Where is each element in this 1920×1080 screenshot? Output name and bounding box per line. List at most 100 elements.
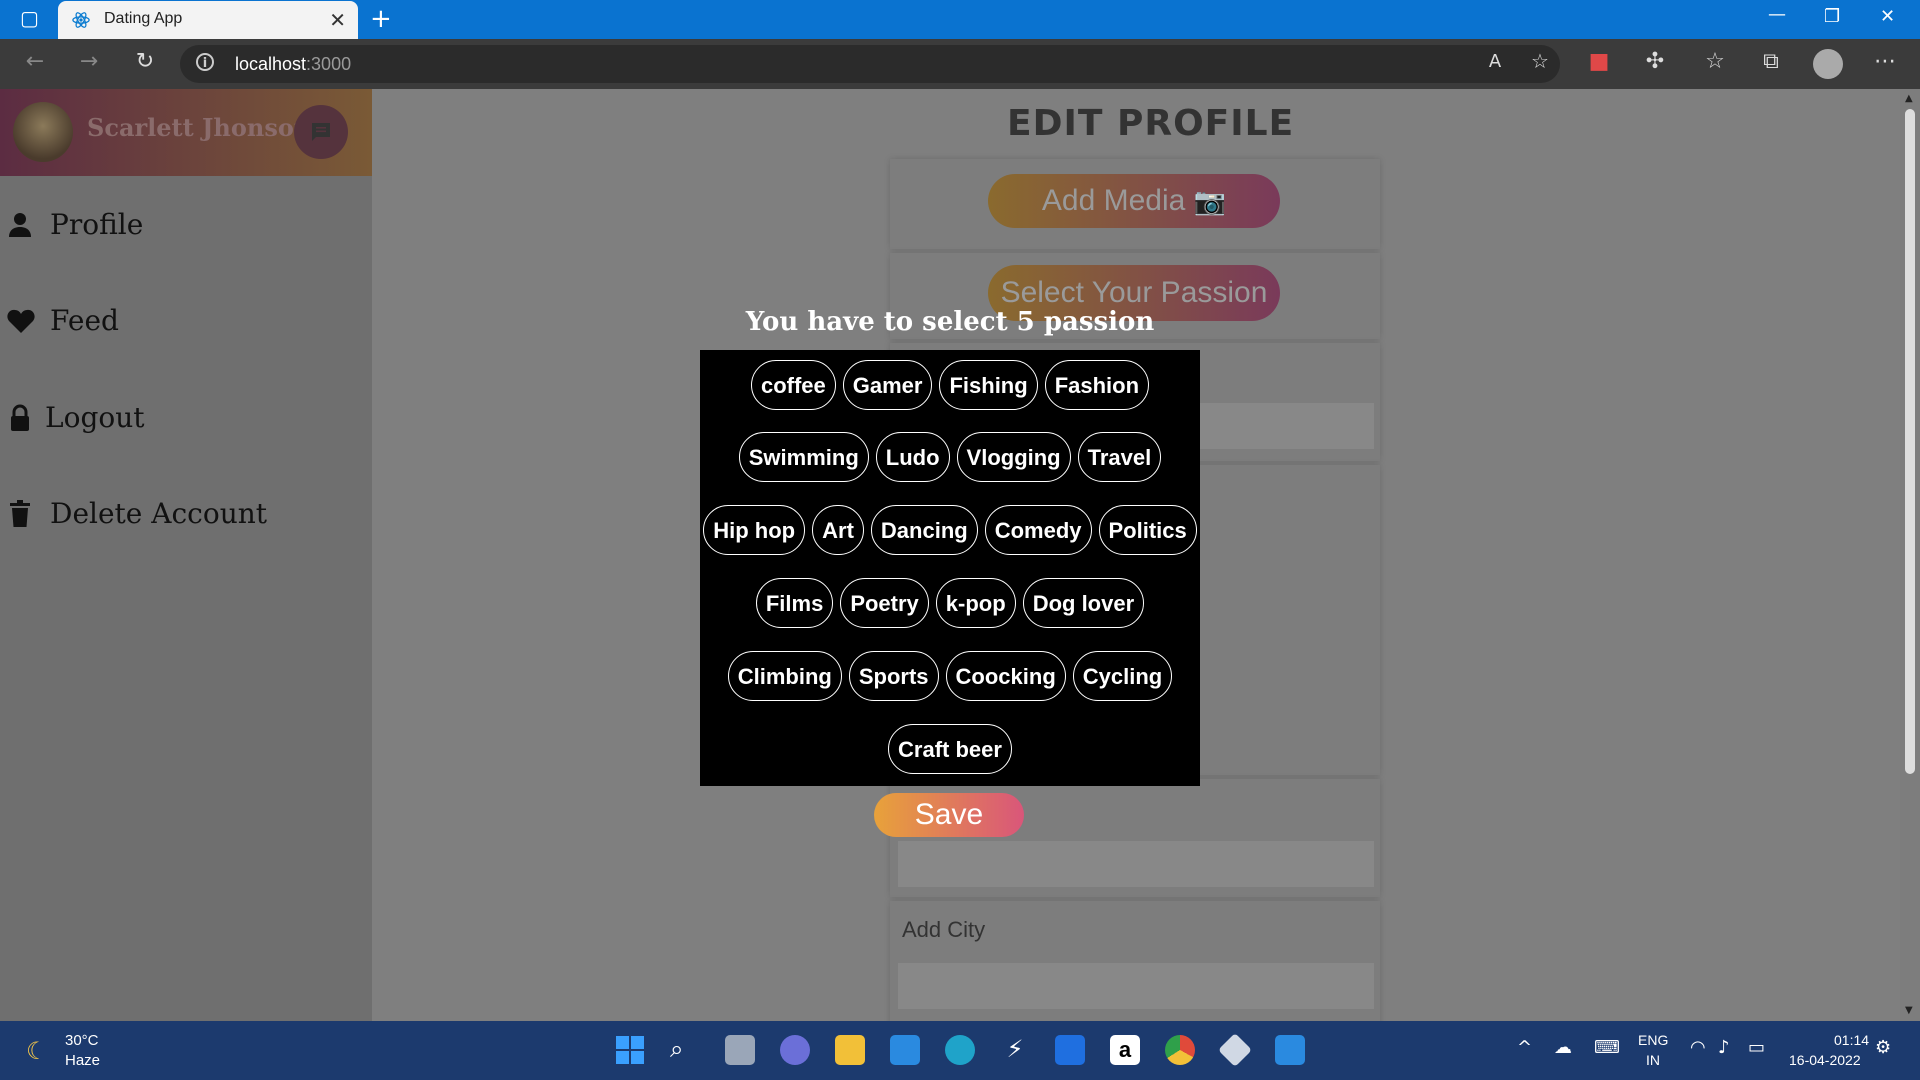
- heart-icon: [7, 309, 35, 333]
- sidebar-item-profile[interactable]: Profile: [0, 200, 372, 250]
- profile-avatar-icon[interactable]: [1813, 49, 1843, 79]
- chip-row: Swimming Ludo Vlogging Travel: [700, 432, 1200, 482]
- sidebar-item-label: Delete Account: [50, 497, 268, 530]
- language-region[interactable]: IN: [1646, 1052, 1660, 1068]
- minimize-icon[interactable]: —: [1768, 4, 1786, 25]
- passion-chip-vlogging[interactable]: Vlogging: [956, 432, 1071, 482]
- weather-moon-icon[interactable]: ☾: [26, 1037, 48, 1065]
- keyboard-icon[interactable]: ⌨: [1594, 1037, 1620, 1058]
- chrome-icon[interactable]: [1165, 1035, 1195, 1065]
- sidebar: Scarlett Jhonson Profile Feed Logout Del…: [0, 89, 372, 1021]
- passion-chip-poetry[interactable]: Poetry: [840, 578, 929, 628]
- weather-temperature[interactable]: 30°C: [65, 1032, 99, 1049]
- passion-chip-swimming[interactable]: Swimming: [738, 432, 869, 482]
- passion-chip-k-pop[interactable]: k-pop: [935, 578, 1016, 628]
- clock-time[interactable]: 01:14: [1834, 1032, 1869, 1048]
- browser-toolbar: ← → ↻ i localhost:3000 A ☆ ■ ✣ ☆ ⧉ ⋯: [0, 39, 1920, 89]
- edge-browser-icon[interactable]: [945, 1035, 975, 1065]
- app-bolt-icon[interactable]: ⚡: [1000, 1035, 1030, 1065]
- passion-chip-climbing[interactable]: Climbing: [727, 651, 842, 701]
- passion-chip-sports[interactable]: Sports: [848, 651, 939, 701]
- passion-chip-hip-hop[interactable]: Hip hop: [703, 505, 806, 555]
- passion-chip-comedy[interactable]: Comedy: [984, 505, 1092, 555]
- favorites-icon[interactable]: ☆: [1700, 49, 1730, 74]
- avatar[interactable]: [13, 102, 73, 162]
- vscode-icon[interactable]: [1275, 1035, 1305, 1065]
- react-logo-icon: [72, 12, 90, 28]
- extensions-puzzle-icon[interactable]: ✣: [1640, 49, 1670, 74]
- git-tool-icon[interactable]: [1218, 1033, 1252, 1067]
- sidebar-item-delete-account[interactable]: Delete Account: [0, 489, 372, 539]
- dropbox-icon[interactable]: [1055, 1035, 1085, 1065]
- user-name: Scarlett Jhonson: [87, 113, 312, 142]
- weather-description[interactable]: Haze: [65, 1052, 100, 1069]
- passion-chip-craft-beer[interactable]: Craft beer: [888, 724, 1012, 774]
- chip-row: coffee Gamer Fishing Fashion: [700, 360, 1200, 410]
- city-card: Add City: [890, 901, 1380, 1021]
- restore-icon[interactable]: ❐: [1824, 6, 1840, 27]
- profile-header: Scarlett Jhonson: [0, 89, 372, 176]
- amazon-icon[interactable]: a: [1110, 1035, 1140, 1065]
- start-icon[interactable]: [615, 1035, 645, 1065]
- sidebar-item-logout[interactable]: Logout: [0, 393, 372, 443]
- passion-chip-coffee[interactable]: coffee: [750, 360, 836, 410]
- add-media-button[interactable]: Add Media 📷: [988, 174, 1280, 228]
- clock-date[interactable]: 16-04-2022: [1789, 1052, 1861, 1068]
- new-tab-icon[interactable]: +: [370, 4, 392, 34]
- passion-chip-travel[interactable]: Travel: [1077, 432, 1162, 482]
- site-info-icon[interactable]: i: [196, 53, 214, 71]
- scroll-down-icon[interactable]: ▼: [1905, 1005, 1913, 1016]
- browser-tab[interactable]: Dating App ✕: [58, 1, 358, 39]
- volume-icon[interactable]: ♪: [1718, 1037, 1730, 1058]
- scroll-up-icon[interactable]: ▲: [1905, 93, 1913, 104]
- tab-actions-icon[interactable]: ▢: [20, 6, 39, 30]
- more-menu-icon[interactable]: ⋯: [1870, 49, 1900, 74]
- tray-overflow-icon[interactable]: ^: [1517, 1037, 1532, 1058]
- city-input[interactable]: [898, 963, 1374, 1009]
- read-aloud-icon[interactable]: A: [1480, 51, 1510, 72]
- passion-chip-fashion[interactable]: Fashion: [1044, 360, 1150, 410]
- page-content: Scarlett Jhonson Profile Feed Logout Del…: [0, 89, 1900, 1021]
- profile-input[interactable]: [898, 841, 1374, 887]
- save-button[interactable]: Save: [874, 793, 1024, 837]
- window-close-icon[interactable]: ✕: [1880, 6, 1895, 27]
- scrollbar-thumb[interactable]: [1905, 109, 1915, 774]
- notifications-icon[interactable]: ⚙: [1875, 1037, 1891, 1058]
- passion-chip-dancing[interactable]: Dancing: [870, 505, 978, 555]
- passion-chip-politics[interactable]: Politics: [1098, 505, 1197, 555]
- passion-chip-dog-lover[interactable]: Dog lover: [1022, 578, 1145, 628]
- address-url: localhost:3000: [235, 54, 352, 74]
- language-indicator[interactable]: ENG: [1638, 1032, 1668, 1048]
- reload-icon[interactable]: ↻: [130, 49, 160, 74]
- trash-icon: [10, 500, 30, 527]
- tab-close-icon[interactable]: ✕: [329, 8, 346, 32]
- back-icon[interactable]: ←: [20, 49, 50, 74]
- battery-icon[interactable]: ▭: [1748, 1037, 1765, 1058]
- address-bar[interactable]: i localhost:3000 A ☆: [180, 45, 1560, 83]
- windows-taskbar: ☾ 30°C Haze ⌕ ⚡ a ^ ☁ ⌨ ENG IN ◠ ♪ ▭ 01:…: [0, 1021, 1920, 1080]
- sidebar-item-label: Logout: [45, 401, 145, 434]
- file-explorer-icon[interactable]: [835, 1035, 865, 1065]
- passion-chip-cycling[interactable]: Cycling: [1072, 651, 1173, 701]
- chip-row: Climbing Sports Coocking Cycling: [700, 651, 1200, 701]
- task-view-icon[interactable]: [725, 1035, 755, 1065]
- extension-icon[interactable]: ■: [1584, 49, 1614, 74]
- search-icon[interactable]: ⌕: [670, 1035, 700, 1065]
- passion-chip-films[interactable]: Films: [755, 578, 834, 628]
- sidebar-item-feed[interactable]: Feed: [0, 296, 372, 346]
- add-favorite-icon[interactable]: ☆: [1525, 49, 1555, 73]
- passion-chip-fishing[interactable]: Fishing: [939, 360, 1038, 410]
- wifi-icon[interactable]: ◠: [1690, 1037, 1706, 1058]
- passion-chip-ludo[interactable]: Ludo: [875, 432, 950, 482]
- mail-icon[interactable]: [890, 1035, 920, 1065]
- teams-chat-icon[interactable]: [780, 1035, 810, 1065]
- page-title: EDIT PROFILE: [1007, 103, 1295, 144]
- passion-chip-art[interactable]: Art: [812, 505, 864, 555]
- forward-icon[interactable]: →: [74, 49, 104, 74]
- passion-chip-gamer[interactable]: Gamer: [842, 360, 933, 410]
- collections-icon[interactable]: ⧉: [1756, 49, 1786, 74]
- passion-chip-coocking[interactable]: Coocking: [945, 651, 1066, 701]
- page-scrollbar[interactable]: ▲ ▼: [1900, 89, 1920, 1021]
- chat-button[interactable]: [294, 105, 348, 159]
- onedrive-icon[interactable]: ☁: [1554, 1037, 1572, 1058]
